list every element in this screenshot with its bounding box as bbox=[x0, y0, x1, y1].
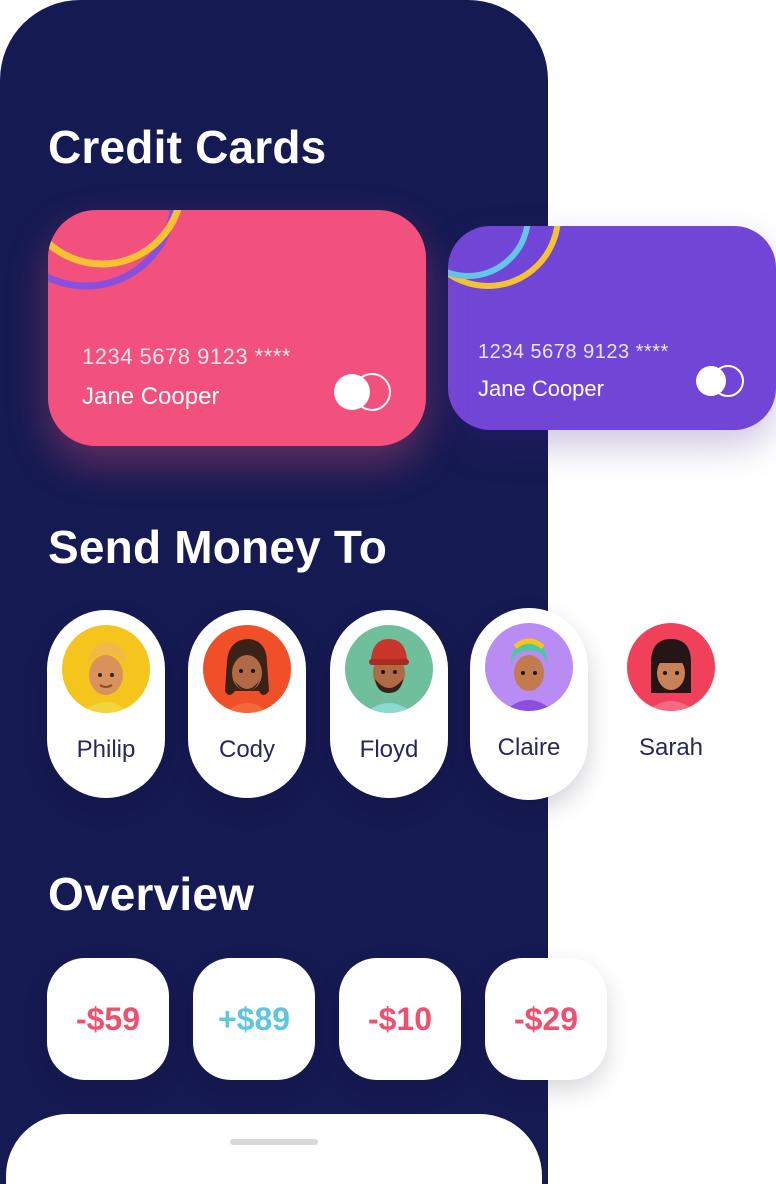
overview-title: Overview bbox=[48, 868, 255, 920]
contact-name: Floyd bbox=[359, 736, 419, 763]
transaction-tile[interactable]: -$29 bbox=[485, 958, 607, 1080]
credit-cards-title: Credit Cards bbox=[48, 121, 327, 173]
home-indicator bbox=[230, 1139, 318, 1145]
bottom-sheet bbox=[6, 1114, 542, 1184]
contact-card-sarah[interactable]: Sarah bbox=[612, 608, 730, 796]
contact-name: Philip bbox=[76, 736, 136, 763]
card-number: 1234 5678 9123 **** bbox=[478, 341, 669, 363]
send-money-title: Send Money To bbox=[48, 521, 388, 573]
contact-name: Cody bbox=[218, 736, 276, 763]
card-decoration-arcs bbox=[48, 210, 182, 290]
avatar bbox=[627, 623, 715, 711]
credit-card-secondary[interactable]: 1234 5678 9123 **** Jane Cooper bbox=[448, 226, 776, 430]
card-network-icon bbox=[696, 365, 744, 397]
avatar bbox=[345, 625, 433, 713]
avatar bbox=[485, 623, 573, 711]
card-decoration-arcs bbox=[448, 226, 561, 289]
contact-name: Sarah bbox=[638, 734, 704, 761]
contact-card-claire[interactable]: Claire bbox=[470, 608, 588, 800]
transaction-tile[interactable]: -$59 bbox=[47, 958, 169, 1080]
app-showcase: Credit Cards Send Money To Philip Cody F… bbox=[0, 0, 776, 1184]
card-number: 1234 5678 9123 **** bbox=[82, 344, 291, 369]
transaction-tile[interactable]: +$89 bbox=[193, 958, 315, 1080]
contact-card-philip[interactable]: Philip bbox=[47, 610, 165, 798]
contact-card-floyd[interactable]: Floyd bbox=[330, 610, 448, 798]
card-holder-name: Jane Cooper bbox=[82, 383, 220, 410]
contact-card-cody[interactable]: Cody bbox=[188, 610, 306, 798]
avatar bbox=[62, 625, 150, 713]
avatar bbox=[203, 625, 291, 713]
transaction-tile[interactable]: -$10 bbox=[339, 958, 461, 1080]
credit-card-primary[interactable]: 1234 5678 9123 **** Jane Cooper bbox=[48, 210, 426, 446]
card-holder-name: Jane Cooper bbox=[478, 376, 604, 401]
card-network-icon bbox=[334, 373, 391, 411]
contact-name: Claire bbox=[497, 734, 561, 761]
